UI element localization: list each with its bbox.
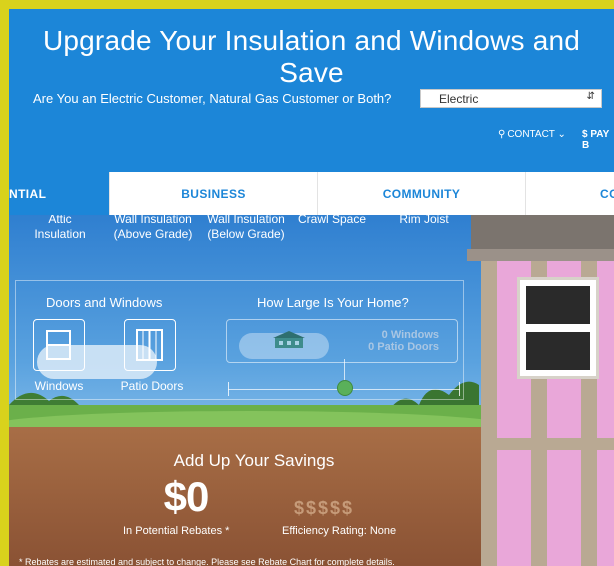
home-size-slider-handle[interactable] [337, 380, 353, 396]
category-line2: (Above Grade) [113, 227, 193, 241]
patio-doors-option-label: Patio Doors [120, 379, 184, 393]
chat-bubble-icon: ⚲ [498, 129, 506, 140]
insulation-categories: Attic Insulation Wall Insulation (Above … [9, 215, 451, 269]
house-icon [273, 331, 305, 348]
slider-pointer-line [344, 359, 345, 381]
tab-contact[interactable]: CO [525, 172, 614, 215]
hero-banner: Upgrade Your Insulation and Windows and … [9, 9, 614, 172]
category-line1: Rim Joist [399, 215, 449, 226]
rebate-disclaimer: * Rebates are estimated and subject to c… [19, 557, 395, 566]
segment-tabs: NTIAL BUSINESS COMMUNITY CO [9, 172, 614, 216]
customer-type-value: Electric [439, 92, 479, 106]
category-line1: Wall Insulation [207, 215, 285, 226]
tab-label: COMMUNITY [382, 186, 461, 201]
category-line2: Insulation [34, 227, 86, 241]
category-line1: Crawl Space [297, 215, 367, 226]
select-arrows-icon: ⇵ [586, 91, 595, 102]
tab-label: NTIAL [9, 186, 47, 201]
home-size-display: 0 Windows 0 Patio Doors [226, 319, 458, 363]
category-rim-joist[interactable]: Rim Joist [389, 215, 459, 227]
windows-option-button[interactable] [33, 319, 85, 371]
chevron-down-icon: ⌄ [557, 129, 566, 140]
slider-tick [459, 382, 460, 396]
savings-heading: Add Up Your Savings [173, 451, 335, 470]
wall-stud [481, 261, 497, 566]
category-line1: Attic [48, 215, 72, 226]
contact-label: CONTACT [507, 129, 555, 140]
efficiency-rating-dollars: $$$$$ [294, 498, 355, 518]
doors-windows-heading: Doors and Windows [46, 295, 163, 310]
pay-bill-link[interactable]: $ PAY B [582, 129, 614, 151]
category-line1: Wall Insulation [114, 215, 192, 226]
doors-windows-panel: Doors and Windows How Large Is Your Home… [15, 280, 464, 400]
category-wall-above-grade[interactable]: Wall Insulation (Above Grade) [109, 215, 197, 242]
tab-residential[interactable]: NTIAL [9, 172, 109, 215]
calculator-scene: Attic Insulation Wall Insulation (Above … [9, 215, 614, 566]
tab-community[interactable]: COMMUNITY [317, 172, 525, 215]
patio-doors-count: 0 Patio Doors [368, 341, 439, 353]
category-wall-below-grade[interactable]: Wall Insulation (Below Grade) [201, 215, 291, 242]
page-title: Upgrade Your Insulation and Windows and … [42, 25, 581, 88]
tab-label: BUSINESS [181, 186, 246, 201]
page-canvas: Upgrade Your Insulation and Windows and … [9, 9, 614, 566]
category-attic-insulation[interactable]: Attic Insulation [27, 215, 93, 242]
efficiency-rating-caption: Efficiency Rating: None [282, 525, 397, 537]
customer-type-question: Are You an Electric Customer, Natural Ga… [33, 91, 392, 106]
window-icon [46, 330, 71, 360]
rebate-amount: $0 [163, 473, 210, 520]
category-crawl-space[interactable]: Crawl Space [292, 215, 372, 227]
window-pane [526, 286, 590, 324]
home-size-heading: How Large Is Your Home? [257, 295, 409, 310]
house-window [517, 277, 599, 379]
category-line2: (Below Grade) [207, 227, 285, 241]
wall-plate [481, 438, 614, 450]
windows-count: 0 Windows [381, 329, 439, 341]
tab-business[interactable]: BUSINESS [109, 172, 317, 215]
slider-tick [228, 382, 229, 396]
house-roof-edge [467, 249, 614, 261]
windows-option-label: Windows [34, 379, 84, 393]
contact-link[interactable]: ⚲ CONTACT ⌄ [498, 129, 566, 140]
window-pane [526, 332, 590, 370]
customer-type-select[interactable]: Electric ⇵ [420, 89, 602, 108]
house-illustration [467, 215, 614, 566]
tab-label: CO [600, 186, 614, 201]
rebate-caption: In Potential Rebates * [123, 525, 230, 537]
patio-door-icon [136, 329, 163, 361]
patio-doors-option-button[interactable] [124, 319, 176, 371]
insulation-batt [597, 261, 614, 566]
pay-label: $ PAY B [582, 129, 610, 151]
